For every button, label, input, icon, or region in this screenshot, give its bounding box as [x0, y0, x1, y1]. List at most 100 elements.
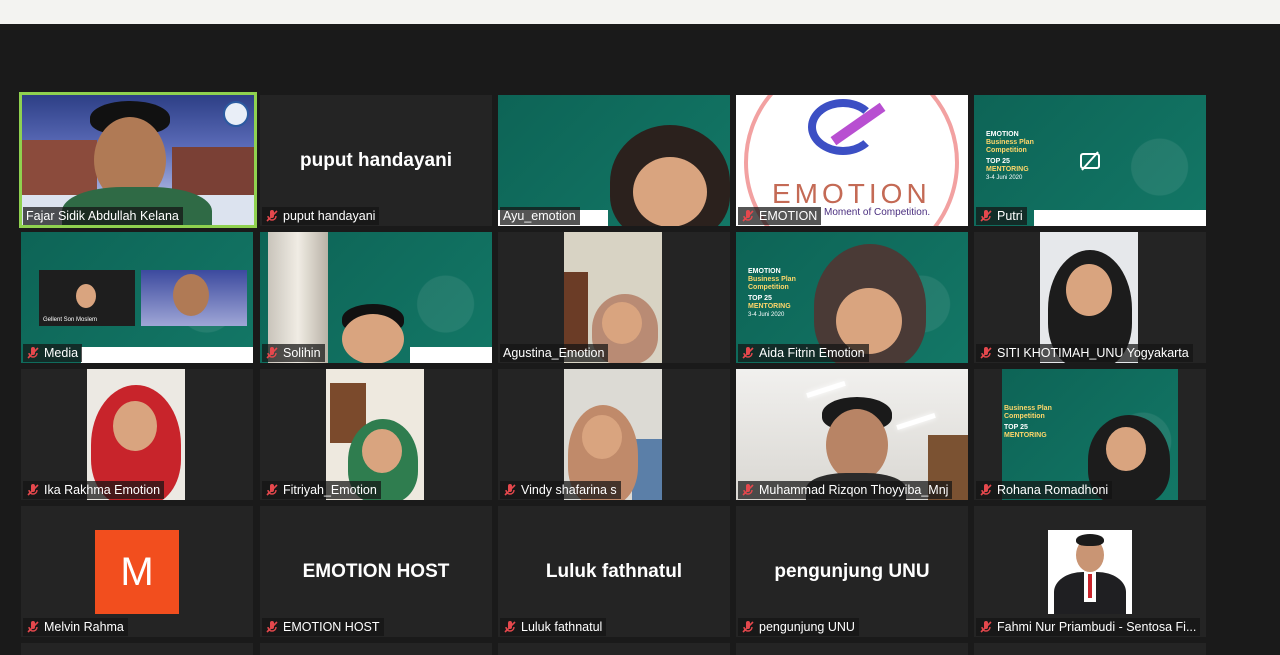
muted-mic-icon	[980, 484, 992, 496]
participant-name-label: SITI KHOTIMAH_UNU Yogyakarta	[976, 344, 1193, 362]
muted-mic-icon	[27, 484, 39, 496]
participant-name: Agustina_Emotion	[503, 346, 605, 360]
participant-tile-rizqon[interactable]: Muhammad Rizqon Thoyyiba_Mnj	[736, 369, 968, 500]
participant-tile-agustina[interactable]: Agustina_Emotion	[498, 232, 730, 363]
participant-tile-aida[interactable]: EMOTION Business Plan Competition TOP 25…	[736, 232, 968, 363]
poster-line: Competition	[1004, 413, 1045, 420]
participant-name: pengunjung UNU	[759, 620, 855, 634]
muted-mic-icon	[27, 347, 39, 359]
muted-mic-icon	[980, 621, 992, 633]
poster-line: 3-4 Juni 2020	[986, 175, 1023, 181]
participant-name-label: Fitriyah_Emotion	[262, 481, 381, 499]
poster-line: 3-4 Juni 2020	[748, 312, 785, 318]
participant-name-label: Media	[23, 344, 83, 362]
poster-line: Competition	[986, 147, 1027, 154]
participant-tile-media[interactable]: Gellent Son Moslem Media	[21, 232, 253, 363]
participant-tile-partial[interactable]	[498, 643, 730, 655]
muted-mic-icon	[980, 347, 992, 359]
participant-tile-fitriyah[interactable]: Fitriyah_Emotion	[260, 369, 492, 500]
participant-name: Putri	[997, 209, 1023, 223]
participant-name: Fitriyah_Emotion	[283, 483, 377, 497]
participant-tile-fajar[interactable]: Fajar Sidik Abdullah Kelana	[19, 92, 257, 228]
participant-name-label: Ika Rakhma Emotion	[23, 481, 165, 499]
muted-mic-icon	[504, 484, 516, 496]
participant-tile-vindy[interactable]: Vindy shafarina s	[498, 369, 730, 500]
participant-tile-ika[interactable]: Ika Rakhma Emotion	[21, 369, 253, 500]
profile-photo	[1048, 530, 1132, 614]
participant-name-label: Aida Fitrin Emotion	[738, 344, 869, 362]
participant-tile-putri[interactable]: EMOTION Business Plan Competition TOP 25…	[974, 95, 1206, 226]
avatar: M	[95, 530, 179, 614]
participant-tile-fahmi[interactable]: Fahmi Nur Priambudi - Sentosa Fi...	[974, 506, 1206, 637]
participant-name: EMOTION	[759, 209, 818, 223]
participant-name-label: Ayu_emotion	[500, 207, 580, 225]
poster-line: MENTORING	[986, 166, 1029, 173]
participant-tile-pengunjung[interactable]: pengunjung UNU pengunjung UNU	[736, 506, 968, 637]
participant-name-label: Luluk fathnatul	[500, 618, 607, 636]
camera-off-icon	[1080, 151, 1100, 171]
participant-name: puput handayani	[283, 209, 376, 223]
participant-tile-ayu[interactable]: Ayu_emotion	[498, 95, 730, 226]
muted-mic-icon	[504, 621, 516, 633]
participant-display-name: Luluk fathnatul	[545, 560, 683, 582]
poster-brand: EMOTION	[772, 178, 931, 209]
participant-tile-partial[interactable]	[736, 643, 968, 655]
participant-tile-siti[interactable]: SITI KHOTIMAH_UNU Yogyakarta	[974, 232, 1206, 363]
video-gallery: Fajar Sidik Abdullah Kelana puput handay…	[0, 24, 1280, 655]
muted-mic-icon	[27, 621, 39, 633]
participant-name: EMOTION HOST	[283, 620, 380, 634]
participant-name: Media	[44, 346, 79, 360]
poster-line: Competition	[748, 284, 789, 291]
poster-line: MENTORING	[748, 303, 791, 310]
participant-tile-puput[interactable]: puput handayani puput handayani	[260, 95, 492, 226]
window-top-bar	[0, 0, 1280, 24]
muted-mic-icon	[266, 210, 278, 222]
participant-name-label: Fajar Sidik Abdullah Kelana	[23, 207, 183, 225]
participant-name-label: Fahmi Nur Priambudi - Sentosa Fi...	[976, 618, 1201, 636]
poster-line: TOP 25	[748, 295, 772, 302]
muted-mic-icon	[742, 210, 754, 222]
participant-tile-partial[interactable]	[260, 643, 492, 655]
participant-name: Aida Fitrin Emotion	[759, 346, 865, 360]
participant-name: Fahmi Nur Priambudi - Sentosa Fi...	[997, 620, 1197, 634]
participant-tile-melvin[interactable]: M Melvin Rahma	[21, 506, 253, 637]
muted-mic-icon	[266, 621, 278, 633]
muted-mic-icon	[980, 210, 992, 222]
muted-mic-icon	[742, 347, 754, 359]
participant-name: Muhammad Rizqon Thoyyiba_Mnj	[759, 483, 949, 497]
participant-name: Ayu_emotion	[503, 209, 576, 223]
muted-mic-icon	[742, 484, 754, 496]
participant-tile-rohana[interactable]: Business Plan Competition TOP 25 MENTORI…	[974, 369, 1206, 500]
participant-name-label: puput handayani	[262, 207, 380, 225]
participant-name-label: Agustina_Emotion	[500, 344, 609, 362]
poster-line: TOP 25	[1004, 424, 1028, 431]
participant-name: Rohana Romadhoni	[997, 483, 1109, 497]
muted-mic-icon	[742, 621, 754, 633]
participant-tile-partial[interactable]	[974, 643, 1206, 655]
inner-caption: Gellent Son Moslem	[43, 317, 98, 323]
participant-display-name: puput handayani	[300, 149, 452, 171]
poster-line: Business Plan	[986, 139, 1034, 146]
participant-name-label: Putri	[976, 207, 1027, 225]
poster-line: MENTORING	[1004, 432, 1047, 439]
participant-tile-emotion[interactable]: EMOTION Moment of Competition. EMOTION	[736, 95, 968, 226]
participant-name-label: Solihin	[262, 344, 325, 362]
poster-line: Business Plan	[748, 276, 796, 283]
participant-name: Ika Rakhma Emotion	[44, 483, 161, 497]
poster-tagline: Moment of Competition.	[824, 207, 931, 218]
participant-name-label: EMOTION HOST	[262, 618, 384, 636]
poster-line: EMOTION	[986, 131, 1019, 138]
participant-name: Fajar Sidik Abdullah Kelana	[26, 209, 179, 223]
participant-tile-solihin[interactable]: Solihin	[260, 232, 492, 363]
participant-name-label: Melvin Rahma	[23, 618, 128, 636]
participant-tile-emotion-host[interactable]: EMOTION HOST EMOTION HOST	[260, 506, 492, 637]
video-feed	[22, 95, 254, 225]
participant-name: Melvin Rahma	[44, 620, 124, 634]
participant-tile-partial[interactable]	[21, 643, 253, 655]
muted-mic-icon	[266, 484, 278, 496]
poster-line: Business Plan	[1004, 405, 1052, 412]
poster-line: EMOTION	[748, 268, 781, 275]
participant-tile-luluk[interactable]: Luluk fathnatul Luluk fathnatul	[498, 506, 730, 637]
participant-name-label: Rohana Romadhoni	[976, 481, 1113, 499]
participant-name-label: pengunjung UNU	[738, 618, 859, 636]
